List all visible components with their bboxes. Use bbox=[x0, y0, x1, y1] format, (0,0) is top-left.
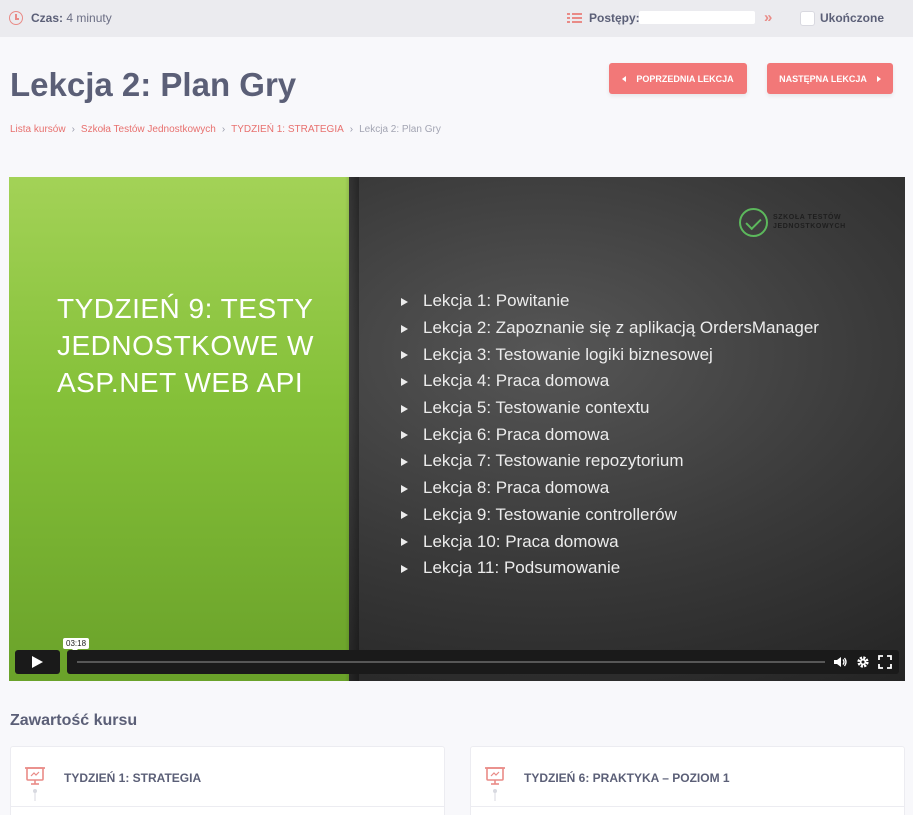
bullet-icon bbox=[401, 457, 408, 466]
bullet-icon bbox=[401, 324, 408, 333]
slide-lesson-item: Lekcja 1: Powitanie bbox=[401, 288, 819, 315]
bullet-icon bbox=[401, 484, 408, 493]
section-title: TYDZIEŃ 6: PRAKTYKA – POZIOM 1 bbox=[524, 771, 730, 785]
video-player[interactable]: TYDZIEŃ 9: TESTY JEDNOSTKOWE W ASP.NET W… bbox=[9, 177, 905, 681]
course-section-card[interactable]: TYDZIEŃ 1: STRATEGIA bbox=[10, 746, 445, 815]
slide-lesson-item: Lekcja 11: Podsumowanie bbox=[401, 555, 819, 582]
breadcrumb-course-list[interactable]: Lista kursów bbox=[10, 124, 66, 135]
bullet-icon bbox=[401, 404, 408, 413]
player-control-bar bbox=[67, 650, 899, 674]
clock-icon bbox=[9, 11, 23, 25]
check-circle-icon bbox=[739, 208, 768, 237]
duration-tooltip: 03:18 bbox=[63, 638, 90, 652]
completed-checkbox[interactable] bbox=[800, 11, 815, 26]
school-logo: SZKOŁA TESTÓW JEDNOSTKOWYCH bbox=[739, 207, 869, 239]
slide-lesson-item: Lekcja 2: Zapoznanie się z aplikacją Ord… bbox=[401, 315, 819, 342]
slide-title: TYDZIEŃ 9: TESTY JEDNOSTKOWE W ASP.NET W… bbox=[57, 293, 314, 398]
slide-lesson-item: Lekcja 10: Praca domowa bbox=[401, 528, 819, 555]
progress-bar bbox=[639, 11, 755, 24]
slide-lesson-item: Lekcja 8: Praca domowa bbox=[401, 475, 819, 502]
bullet-icon bbox=[401, 297, 408, 306]
card-divider bbox=[471, 806, 904, 807]
breadcrumb-current: Lekcja 2: Plan Gry bbox=[359, 124, 441, 135]
presentation-board-icon bbox=[485, 767, 505, 801]
bullet-icon bbox=[401, 431, 408, 440]
chevrons-right-icon[interactable]: » bbox=[764, 9, 773, 26]
breadcrumb: Lista kursów › Szkoła Testów Jednostkowy… bbox=[10, 124, 441, 135]
breadcrumb-separator-icon: › bbox=[71, 124, 75, 135]
top-bar: Czas: 4 minuty Postępy: » Ukończone bbox=[0, 0, 913, 37]
section-title: TYDZIEŃ 1: STRATEGIA bbox=[64, 771, 202, 785]
page-title: Lekcja 2: Plan Gry bbox=[10, 66, 297, 103]
logo-text: SZKOŁA TESTÓW JEDNOSTKOWYCH bbox=[773, 214, 846, 230]
progress-label: Postępy: bbox=[589, 11, 640, 25]
caret-right-icon bbox=[876, 75, 881, 82]
breadcrumb-separator-icon: › bbox=[221, 124, 226, 135]
slide-green-panel bbox=[9, 177, 349, 681]
bullet-icon bbox=[401, 511, 408, 520]
presentation-board-icon bbox=[25, 767, 45, 801]
slide-lesson-list: Lekcja 1: Powitanie Lekcja 2: Zapoznanie… bbox=[401, 288, 819, 582]
progress-list-icon bbox=[567, 12, 582, 24]
slide-lesson-item: Lekcja 7: Testowanie repozytorium bbox=[401, 448, 819, 475]
bullet-icon bbox=[401, 377, 408, 386]
next-lesson-label: NASTĘPNA LEKCJA bbox=[779, 73, 867, 84]
completed-label[interactable]: Ukończone bbox=[820, 11, 884, 25]
breadcrumb-course[interactable]: Szkoła Testów Jednostkowych bbox=[81, 124, 216, 135]
breadcrumb-week[interactable]: TYDZIEŃ 1: STRATEGIA bbox=[231, 124, 344, 135]
bullet-icon bbox=[401, 351, 408, 360]
bullet-icon bbox=[401, 564, 408, 573]
volume-icon[interactable] bbox=[833, 655, 847, 669]
card-divider bbox=[11, 806, 444, 807]
slide-lesson-item: Lekcja 9: Testowanie controllerów bbox=[401, 502, 819, 529]
slide-lesson-item: Lekcja 6: Praca domowa bbox=[401, 421, 819, 448]
caret-left-icon bbox=[622, 75, 627, 82]
next-lesson-button[interactable]: NASTĘPNA LEKCJA bbox=[767, 63, 893, 94]
lesson-time: Czas: 4 minuty bbox=[31, 11, 112, 25]
previous-lesson-button[interactable]: POPRZEDNIA LEKCJA bbox=[609, 63, 747, 94]
breadcrumb-separator-icon: › bbox=[349, 124, 354, 135]
course-content-heading: Zawartość kursu bbox=[10, 712, 138, 729]
fullscreen-icon[interactable] bbox=[878, 655, 892, 669]
previous-lesson-label: POPRZEDNIA LEKCJA bbox=[636, 73, 734, 84]
settings-gear-icon[interactable] bbox=[856, 655, 870, 669]
play-button[interactable] bbox=[15, 650, 60, 674]
course-section-card[interactable]: TYDZIEŃ 6: PRAKTYKA – POZIOM 1 bbox=[470, 746, 905, 815]
slide-lesson-item: Lekcja 5: Testowanie contextu bbox=[401, 395, 819, 422]
bullet-icon bbox=[401, 538, 408, 547]
slide-lesson-item: Lekcja 4: Praca domowa bbox=[401, 368, 819, 395]
seek-bar[interactable] bbox=[77, 661, 825, 663]
slide-panel-shadow bbox=[345, 177, 359, 681]
slide-lesson-item: Lekcja 3: Testowanie logiki biznesowej bbox=[401, 341, 819, 368]
